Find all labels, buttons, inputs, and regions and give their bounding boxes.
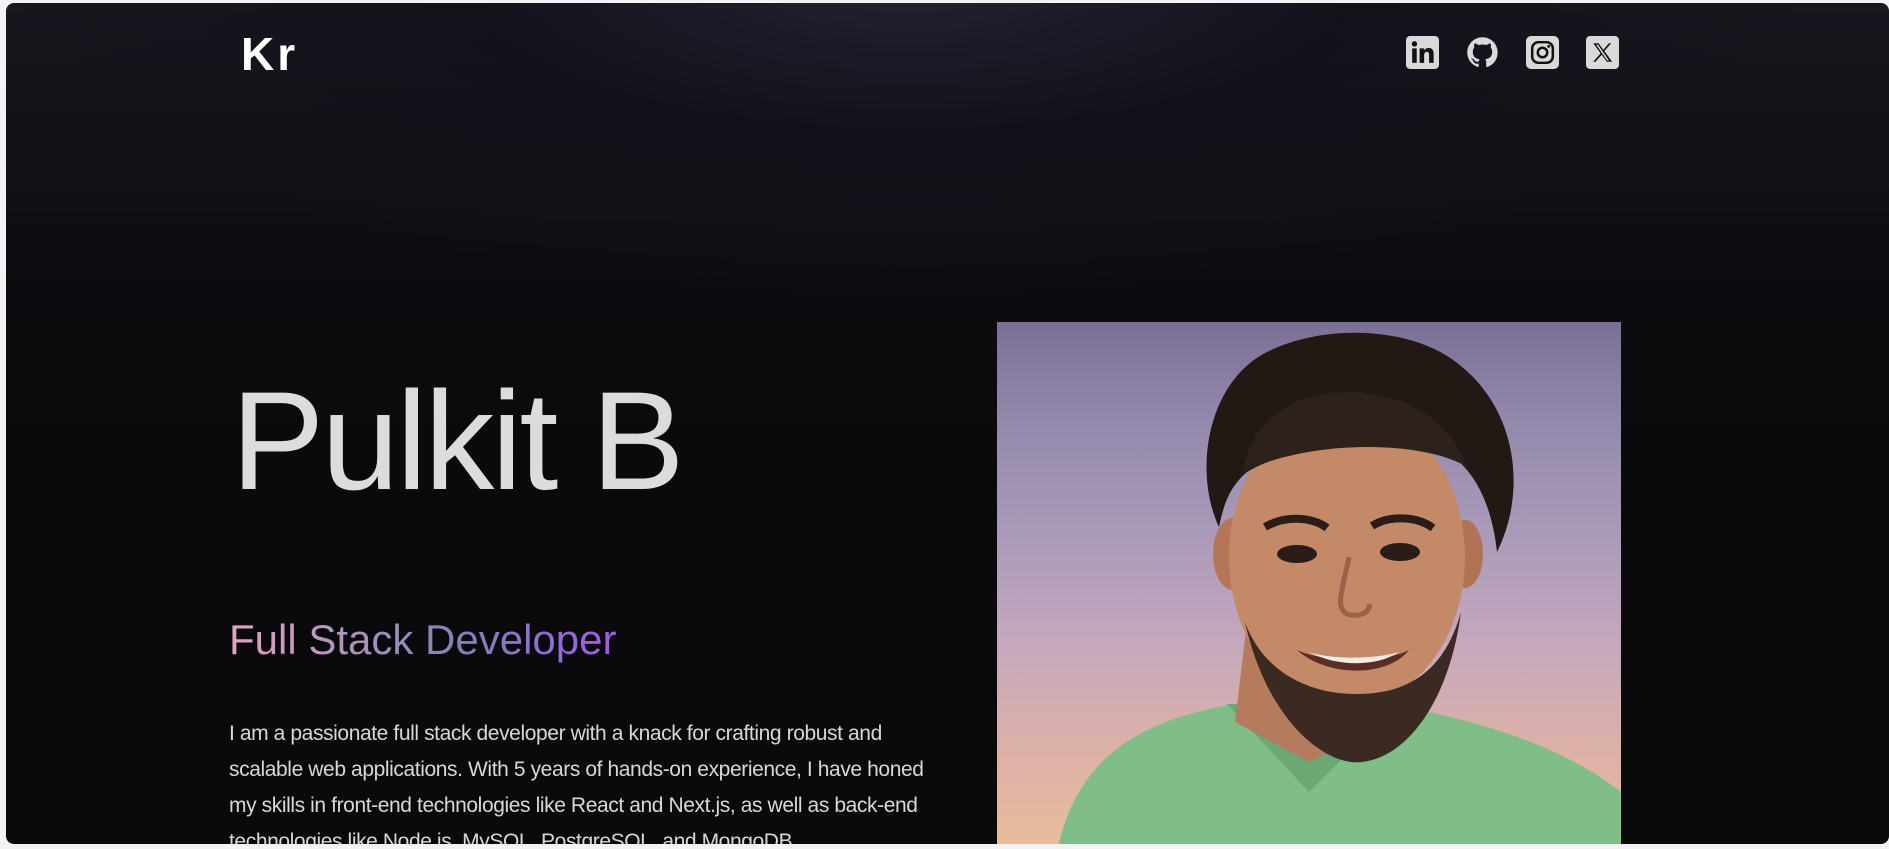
instagram-link[interactable] [1526, 36, 1559, 69]
x-icon [1586, 36, 1619, 69]
instagram-icon [1526, 36, 1559, 69]
site-logo[interactable]: Kr [241, 31, 298, 77]
x-link[interactable] [1586, 36, 1619, 69]
hero-name: Pulkit B [231, 362, 685, 519]
github-icon [1467, 37, 1498, 68]
github-link[interactable] [1466, 36, 1499, 69]
hero-bio: I am a passionate full stack developer w… [229, 722, 924, 844]
linkedin-link[interactable] [1406, 36, 1439, 69]
profile-photo [997, 322, 1621, 844]
linkedin-icon [1406, 36, 1439, 69]
social-links [1406, 36, 1619, 69]
hero-role: Full Stack Developer [229, 616, 617, 663]
page-frame: Kr Pulkit B Full Stack Developer I am a … [6, 3, 1889, 844]
